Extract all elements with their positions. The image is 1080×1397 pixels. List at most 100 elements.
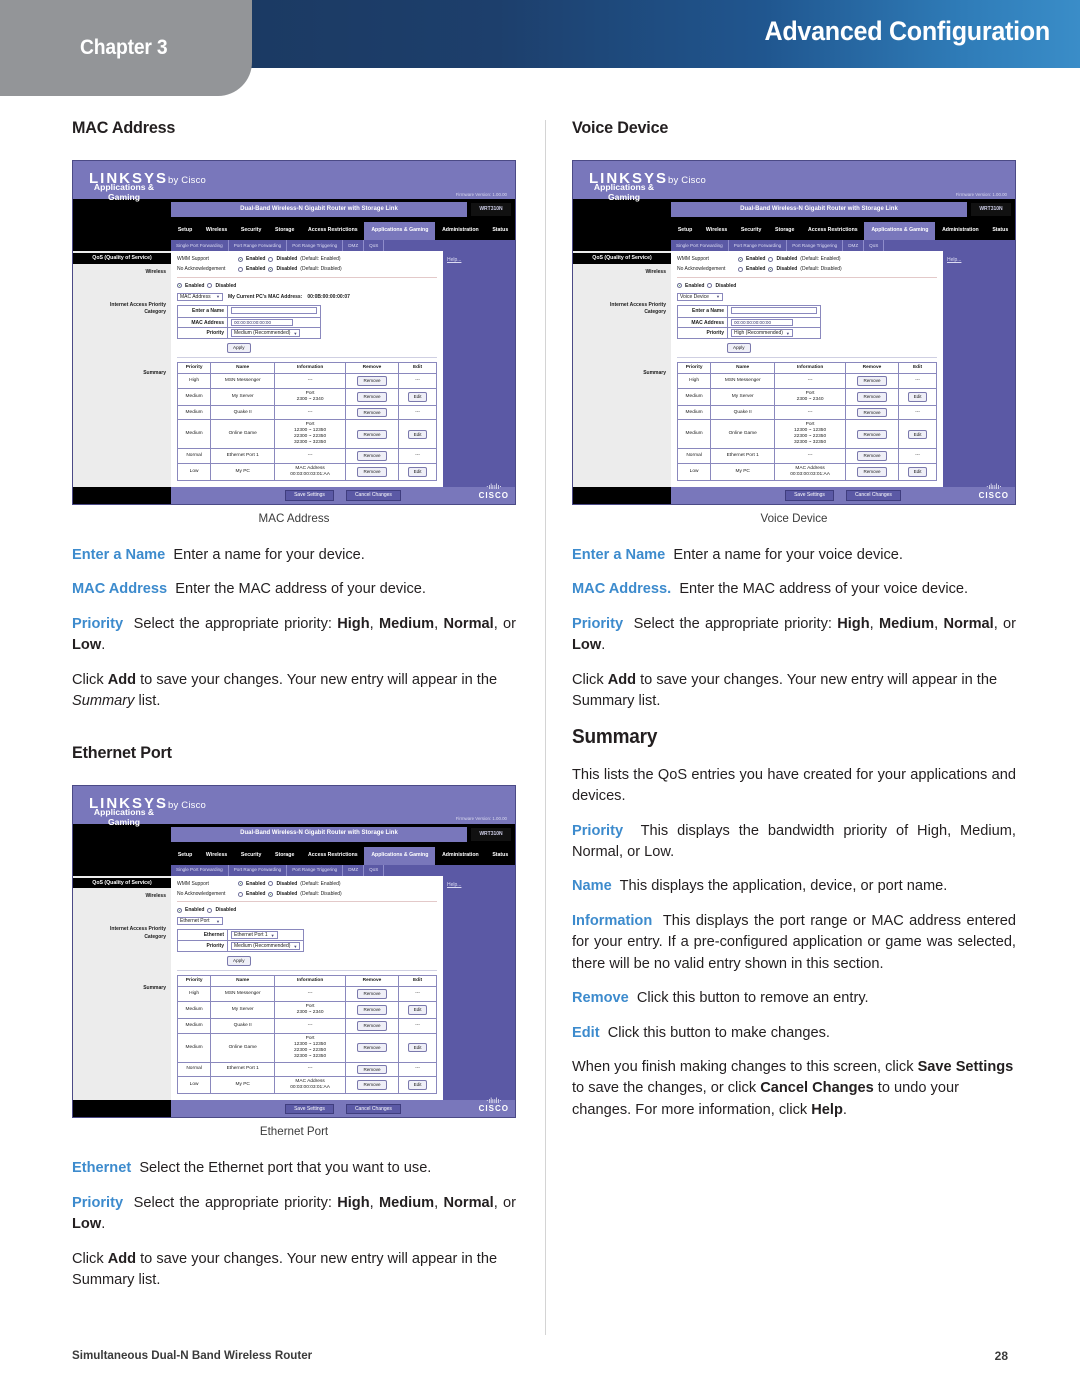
iap-disabled-radio[interactable]: [207, 907, 213, 913]
subtab-qos[interactable]: QoS: [364, 240, 385, 251]
help-link[interactable]: Help...: [947, 257, 1011, 263]
edit-button[interactable]: Edit: [407, 1004, 428, 1015]
subtab-dmz[interactable]: DMZ: [343, 864, 365, 876]
subtab-single-port-forwarding[interactable]: Single Port Forwarding: [171, 864, 229, 876]
wmm-disabled-radio[interactable]: [268, 881, 274, 887]
iap-enabled-radio[interactable]: [177, 283, 182, 289]
tab-administration[interactable]: Administration: [435, 847, 485, 865]
subtab-dmz[interactable]: DMZ: [343, 240, 365, 251]
edit-button[interactable]: Edit: [407, 1042, 428, 1053]
tab-administration[interactable]: Administration: [935, 222, 985, 240]
remove-button[interactable]: Remove: [357, 1080, 387, 1091]
tab-applications-gaming[interactable]: Applications & Gaming: [364, 222, 436, 240]
save-settings-button[interactable]: Save Settings: [285, 1103, 334, 1114]
iap-enabled-radio[interactable]: [677, 283, 682, 289]
edit-button[interactable]: Edit: [907, 391, 928, 402]
subtab-qos[interactable]: QoS: [364, 864, 385, 876]
remove-button[interactable]: Remove: [857, 375, 887, 386]
tab-security[interactable]: Security: [734, 222, 768, 240]
remove-button[interactable]: Remove: [857, 391, 887, 402]
remove-button[interactable]: Remove: [357, 1004, 387, 1015]
tab-security[interactable]: Security: [234, 222, 268, 240]
tab-wireless[interactable]: Wireless: [699, 222, 734, 240]
apply-button[interactable]: Apply: [227, 343, 251, 353]
category-select[interactable]: Ethernet Port ▼: [177, 917, 223, 926]
priority-select[interactable]: Medium (Recommended) ▼: [231, 329, 301, 338]
remove-button[interactable]: Remove: [857, 451, 887, 462]
tab-administration[interactable]: Administration: [435, 222, 485, 240]
remove-button[interactable]: Remove: [357, 407, 387, 418]
tab-setup[interactable]: Setup: [171, 222, 199, 240]
remove-button[interactable]: Remove: [357, 989, 387, 999]
iap-disabled-radio[interactable]: [207, 283, 213, 289]
category-select[interactable]: Voice Device ▼: [677, 292, 723, 301]
remove-button[interactable]: Remove: [357, 1064, 387, 1075]
tab-status[interactable]: Status: [486, 847, 516, 865]
remove-button[interactable]: Remove: [357, 429, 387, 440]
subtab-port-range-triggering[interactable]: Port Range Triggering: [287, 240, 344, 251]
remove-button[interactable]: Remove: [357, 375, 387, 386]
wmm-disabled-radio[interactable]: [268, 256, 274, 262]
remove-button[interactable]: Remove: [357, 451, 387, 462]
wmm-enabled-radio[interactable]: [238, 256, 243, 262]
tab-status[interactable]: Status: [486, 222, 516, 240]
apply-button[interactable]: Apply: [227, 956, 251, 967]
help-link[interactable]: Help...: [447, 257, 511, 263]
remove-button[interactable]: Remove: [357, 391, 387, 402]
remove-button[interactable]: Remove: [857, 467, 887, 477]
enter-a-name-input[interactable]: [231, 306, 317, 314]
tab-storage[interactable]: Storage: [268, 222, 301, 240]
subtab-qos[interactable]: QoS: [864, 240, 885, 251]
iap-enabled-radio[interactable]: [177, 907, 182, 913]
remove-button[interactable]: Remove: [357, 1042, 387, 1053]
subtab-single-port-forwarding[interactable]: Single Port Forwarding: [671, 240, 729, 251]
subtab-single-port-forwarding[interactable]: Single Port Forwarding: [171, 240, 229, 251]
tab-access-restrictions[interactable]: Access Restrictions: [301, 222, 364, 240]
category-select[interactable]: MAC Address ▼: [177, 292, 223, 301]
help-link[interactable]: Help...: [447, 882, 511, 888]
subtab-port-range-triggering[interactable]: Port Range Triggering: [787, 240, 844, 251]
tab-status[interactable]: Status: [986, 222, 1016, 240]
edit-button[interactable]: Edit: [407, 391, 428, 402]
tab-access-restrictions[interactable]: Access Restrictions: [801, 222, 864, 240]
no-ack-enabled-radio[interactable]: [238, 266, 243, 272]
save-settings-button[interactable]: Save Settings: [285, 490, 334, 501]
tab-storage[interactable]: Storage: [268, 847, 301, 865]
wmm-enabled-radio[interactable]: [238, 881, 243, 887]
remove-button[interactable]: Remove: [857, 429, 887, 440]
remove-button[interactable]: Remove: [357, 1020, 387, 1031]
mac-address-input[interactable]: 00:00:00:00:00:00: [231, 319, 293, 326]
subtab-port-range-forwarding[interactable]: Port Range Forwarding: [229, 240, 288, 251]
mac-address-input[interactable]: 00:00:00:00:00:00: [731, 319, 793, 326]
tab-setup[interactable]: Setup: [171, 847, 199, 865]
subtab-dmz[interactable]: DMZ: [843, 240, 865, 251]
tab-setup[interactable]: Setup: [671, 222, 699, 240]
wmm-enabled-radio[interactable]: [738, 256, 743, 262]
wmm-disabled-radio[interactable]: [768, 256, 774, 262]
no-ack-disabled-radio[interactable]: [268, 891, 274, 897]
no-ack-enabled-radio[interactable]: [738, 266, 743, 272]
remove-button[interactable]: Remove: [357, 467, 387, 477]
tab-applications-gaming[interactable]: Applications & Gaming: [364, 846, 436, 865]
tab-wireless[interactable]: Wireless: [199, 222, 234, 240]
enter-a-name-input[interactable]: [731, 306, 817, 314]
subtab-port-range-forwarding[interactable]: Port Range Forwarding: [229, 864, 288, 876]
cancel-changes-button[interactable]: Cancel Changes: [345, 1103, 401, 1114]
priority-select[interactable]: High (Recommended) ▼: [731, 329, 793, 338]
subtab-port-range-triggering[interactable]: Port Range Triggering: [287, 864, 344, 876]
cancel-changes-button[interactable]: Cancel Changes: [845, 490, 901, 501]
edit-button[interactable]: Edit: [907, 429, 928, 440]
ethernet-port-select[interactable]: Ethernet Port 1 ▼: [231, 931, 278, 940]
edit-button[interactable]: Edit: [407, 467, 428, 477]
edit-button[interactable]: Edit: [407, 429, 428, 440]
no-ack-enabled-radio[interactable]: [238, 891, 243, 897]
no-ack-disabled-radio[interactable]: [768, 266, 774, 272]
tab-storage[interactable]: Storage: [768, 222, 801, 240]
tab-applications-gaming[interactable]: Applications & Gaming: [864, 222, 936, 240]
edit-button[interactable]: Edit: [907, 467, 928, 477]
priority-select[interactable]: Medium (Recommended) ▼: [231, 942, 301, 951]
tab-security[interactable]: Security: [234, 847, 268, 865]
remove-button[interactable]: Remove: [857, 407, 887, 418]
iap-disabled-radio[interactable]: [707, 283, 713, 289]
no-ack-disabled-radio[interactable]: [268, 266, 274, 272]
